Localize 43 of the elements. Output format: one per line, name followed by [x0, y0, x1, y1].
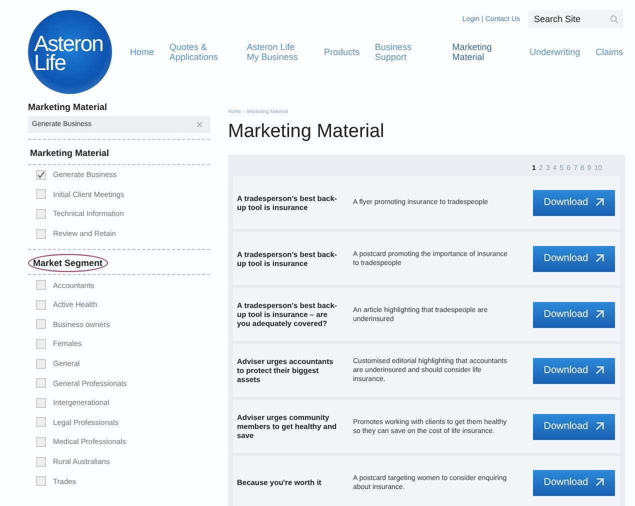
- nav-link[interactable]: Underwriting: [530, 47, 580, 57]
- section-heading: Marketing Material: [29, 147, 110, 159]
- checkbox[interactable]: [36, 208, 46, 219]
- close-icon[interactable]: [197, 122, 202, 127]
- checkbox[interactable]: [36, 228, 46, 239]
- sidebar-title: Marketing Material: [28, 102, 108, 112]
- checkbox[interactable]: [36, 378, 46, 388]
- arrow-icon: [595, 478, 604, 487]
- download-button[interactable]: Download: [533, 190, 615, 216]
- download-button[interactable]: Download: [533, 246, 615, 272]
- checkbox[interactable]: [36, 398, 46, 408]
- page-title: Marketing Material: [228, 121, 386, 143]
- nav-link[interactable]: Quotes & Applications: [169, 42, 232, 62]
- checkbox[interactable]: [36, 170, 46, 180]
- download-button[interactable]: Download: [533, 302, 615, 328]
- arrow-icon: [595, 366, 604, 375]
- nav-link[interactable]: Business Support: [374, 42, 437, 62]
- checkbox[interactable]: [36, 417, 46, 428]
- nav-link[interactable]: Marketing Material: [452, 42, 514, 62]
- arrow-icon: [595, 254, 604, 263]
- arrow-icon: [595, 310, 604, 319]
- download-button[interactable]: Download: [533, 470, 615, 496]
- checkbox[interactable]: [36, 456, 46, 467]
- checkbox[interactable]: [36, 189, 46, 200]
- arrow-icon: [595, 198, 604, 207]
- checkbox[interactable]: [36, 338, 46, 349]
- arrow-icon: [595, 422, 604, 431]
- nav-link[interactable]: Claims: [595, 47, 623, 57]
- logo[interactable]: Asteron Life: [28, 10, 112, 94]
- checkbox[interactable]: [36, 300, 46, 310]
- search-icon[interactable]: [610, 15, 619, 24]
- checkbox[interactable]: [36, 436, 46, 447]
- checkbox[interactable]: [36, 319, 46, 330]
- nav-link[interactable]: Products: [324, 47, 360, 57]
- checkbox[interactable]: [36, 358, 46, 369]
- nav-link[interactable]: Asteron Life My Business: [246, 42, 309, 62]
- section-heading: Market Segment: [28, 254, 108, 272]
- download-button[interactable]: Download: [533, 358, 615, 384]
- download-button[interactable]: Download: [533, 414, 615, 440]
- search-field[interactable]: Search Site: [528, 10, 623, 28]
- checkbox[interactable]: [36, 280, 46, 290]
- nav-link[interactable]: Home: [130, 47, 154, 57]
- checkbox[interactable]: [36, 476, 46, 486]
